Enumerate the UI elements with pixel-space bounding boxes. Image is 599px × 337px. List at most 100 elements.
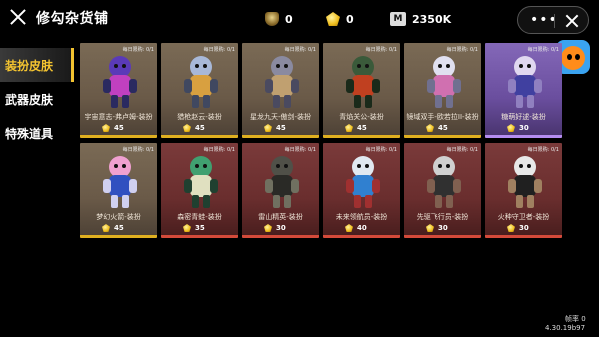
price-value: 30 (519, 124, 529, 132)
product-name: 青焰关公-装扮 (339, 113, 384, 121)
sidebar-item-special-items[interactable]: 特殊道具 (0, 116, 76, 150)
product-card[interactable]: 每日限购: 0/1 星龙九天-傲剑-装扮 45 (242, 43, 319, 138)
price-value: 45 (276, 124, 286, 132)
product-name: 雷山精英-装扮 (258, 213, 303, 221)
daily-limit-label: 每日限购: 0/1 (122, 147, 154, 153)
character-skin-image (265, 156, 299, 208)
product-price: 45 (183, 124, 205, 132)
character-skin-image (427, 156, 461, 208)
currency-value: 2350K (412, 12, 452, 26)
product-card[interactable]: 每日限购: 0/1 未来领航员-装扮 40 (323, 143, 400, 238)
top-bar: 修勾杂货铺 0 0 M 2350K ••• (0, 0, 599, 36)
product-price: 45 (345, 124, 367, 132)
product-name: 糖萌好逑-装扮 (501, 113, 546, 121)
close-icon[interactable] (564, 13, 580, 29)
product-price: 45 (426, 124, 448, 132)
price-value: 35 (195, 224, 205, 232)
price-value: 45 (114, 124, 124, 132)
product-name: 猎枪赵云-装扮 (177, 113, 222, 121)
product-name: 宇宙意志-弗卢姆-装扮 (84, 113, 153, 121)
sidebar-item-weapon-skins[interactable]: 武器皮肤 (0, 82, 76, 116)
daily-limit-label: 每日限购: 0/1 (446, 47, 478, 53)
mascot-face (561, 46, 585, 70)
daily-limit-label: 每日限购: 0/1 (203, 147, 235, 153)
product-card[interactable]: 每日限购: 0/1 糖萌好逑-装扮 30 (485, 43, 562, 138)
close-icon[interactable] (8, 7, 28, 27)
currency-shield: 0 (265, 11, 293, 27)
character-skin-image (184, 156, 218, 208)
character-skin-image (103, 56, 137, 108)
daily-limit-label: 每日限购: 0/1 (284, 147, 316, 153)
gold-coin-icon (264, 124, 272, 132)
price-value: 45 (195, 124, 205, 132)
daily-limit-label: 每日限购: 0/1 (365, 147, 397, 153)
daily-limit-label: 每日限购: 0/1 (527, 147, 559, 153)
fps-readout: 帧率 0 (565, 315, 586, 323)
daily-limit-label: 每日限购: 0/1 (446, 147, 478, 153)
product-name: 火种守卫者-装扮 (497, 213, 550, 221)
capsule-divider (554, 14, 555, 28)
price-value: 45 (438, 124, 448, 132)
product-card[interactable]: 每日限购: 0/1 森密青蛙-装扮 35 (161, 143, 238, 238)
price-value: 30 (276, 224, 286, 232)
character-skin-image (508, 156, 542, 208)
sidebar-item-outfit-skins[interactable]: 装扮皮肤 (0, 48, 74, 82)
daily-limit-label: 每日限购: 0/1 (527, 47, 559, 53)
version-label: 4.30.19b97 (545, 324, 586, 332)
character-skin-image (427, 56, 461, 108)
product-grid: 每日限购: 0/1 宇宙意志-弗卢姆-装扮 45 每日限购: 0/1 猎枪赵云-装扮 45… (80, 43, 563, 238)
gold-coin-icon (102, 224, 110, 232)
currency-gold: 0 (326, 11, 354, 27)
product-card[interactable]: 每日限购: 0/1 先驱飞行员-装扮 30 (404, 143, 481, 238)
gold-coin-icon (426, 224, 434, 232)
gold-coin-icon (183, 124, 191, 132)
character-skin-image (184, 56, 218, 108)
product-price: 30 (264, 224, 286, 232)
gold-coin-icon (345, 124, 353, 132)
product-card[interactable]: 每日限购: 0/1 雷山精英-装扮 30 (242, 143, 319, 238)
product-name: 森密青蛙-装扮 (177, 213, 222, 221)
product-price: 45 (102, 124, 124, 132)
mini-program-capsule: ••• (517, 6, 589, 34)
product-price: 30 (426, 224, 448, 232)
m-coin-icon: M (390, 12, 406, 26)
shield-coin-icon (265, 12, 279, 26)
product-price: 45 (102, 224, 124, 232)
currency-value: 0 (346, 12, 354, 26)
gold-coin-icon (102, 124, 110, 132)
gold-coin-icon (326, 12, 340, 26)
product-card[interactable]: 每日限购: 0/1 猎枪赵云-装扮 45 (161, 43, 238, 138)
character-skin-image (508, 56, 542, 108)
daily-limit-label: 每日限购: 0/1 (365, 47, 397, 53)
daily-limit-label: 每日限购: 0/1 (203, 47, 235, 53)
product-card[interactable]: 每日限购: 0/1 火种守卫者-装扮 30 (485, 143, 562, 238)
product-name: 先驱飞行员-装扮 (416, 213, 469, 221)
character-skin-image (346, 156, 380, 208)
gold-coin-icon (183, 224, 191, 232)
product-card[interactable]: 每日限购: 0/1 镜域双手-欧若拉II-装扮 45 (404, 43, 481, 138)
daily-limit-label: 每日限购: 0/1 (284, 47, 316, 53)
mascot-eye (575, 54, 580, 60)
currency-m: M 2350K (390, 11, 451, 27)
product-name: 未来领航员-装扮 (335, 213, 388, 221)
currency-value: 0 (285, 12, 293, 26)
shop-title: 修勾杂货铺 (36, 11, 109, 27)
product-name: 梦幻火箭-装扮 (96, 213, 141, 221)
product-card[interactable]: 每日限购: 0/1 宇宙意志-弗卢姆-装扮 45 (80, 43, 157, 138)
mascot-eye (567, 54, 572, 60)
product-price: 35 (183, 224, 205, 232)
product-card[interactable]: 每日限购: 0/1 梦幻火箭-装扮 45 (80, 143, 157, 238)
price-value: 45 (114, 224, 124, 232)
product-price: 30 (507, 224, 529, 232)
price-value: 30 (438, 224, 448, 232)
gold-coin-icon (507, 224, 515, 232)
product-price: 45 (264, 124, 286, 132)
character-skin-image (103, 156, 137, 208)
product-price: 30 (507, 124, 529, 132)
product-name: 镜域双手-欧若拉II-装扮 (406, 113, 479, 121)
gold-coin-icon (507, 124, 515, 132)
product-card[interactable]: 每日限购: 0/1 青焰关公-装扮 45 (323, 43, 400, 138)
price-value: 45 (357, 124, 367, 132)
price-value: 40 (357, 224, 367, 232)
product-name: 星龙九天-傲剑-装扮 (249, 113, 312, 121)
